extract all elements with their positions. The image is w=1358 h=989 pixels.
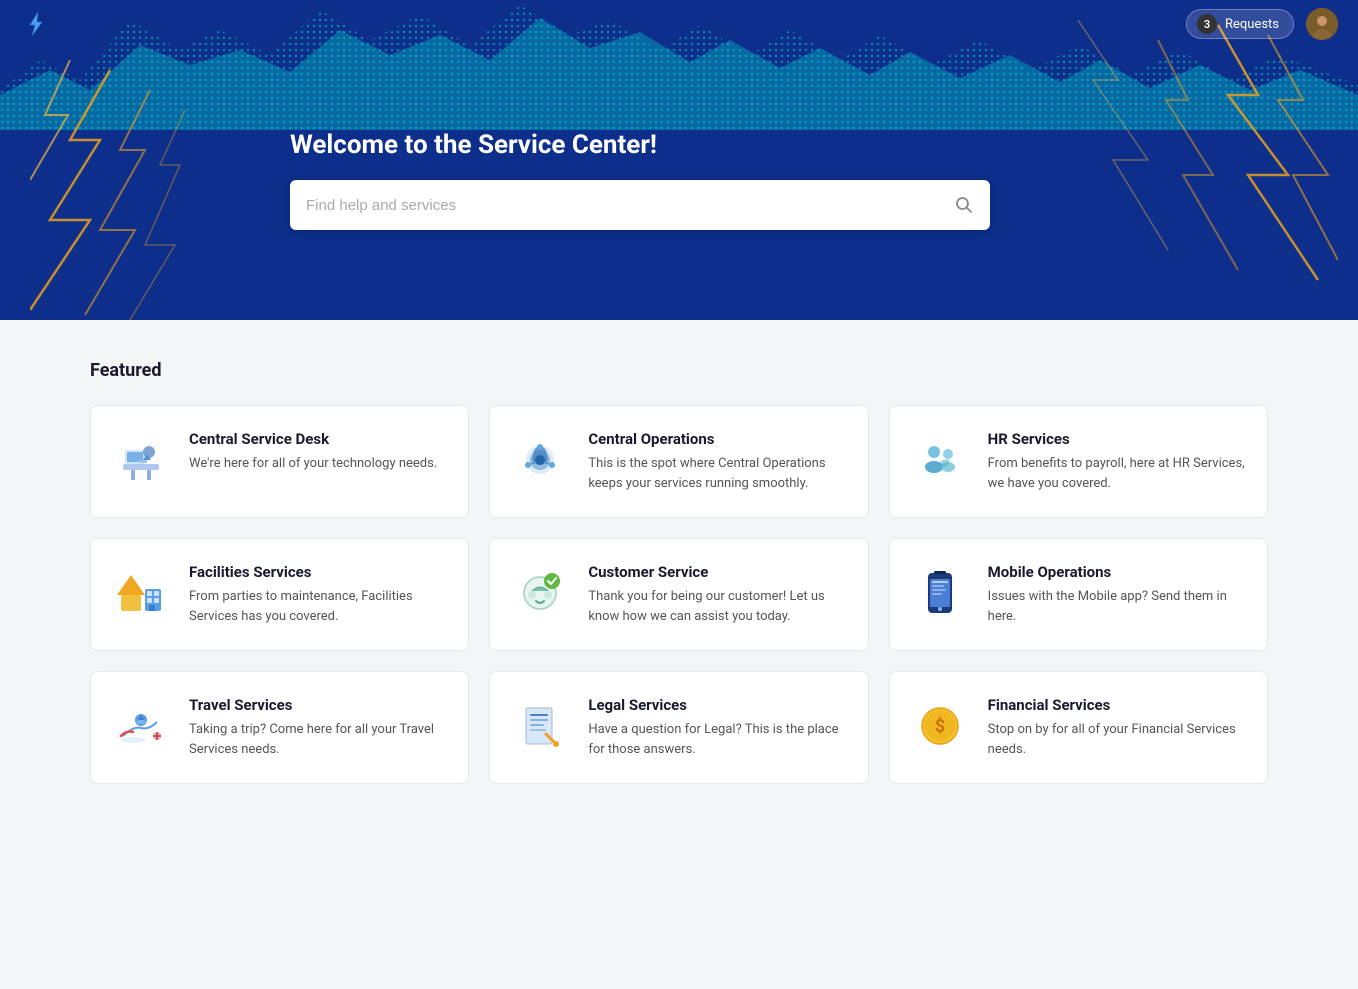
card-body-central-service-desk: Central Service Desk We're here for all … <box>189 430 437 474</box>
card-title-mobile-operations: Mobile Operations <box>988 563 1247 581</box>
hero-section: 3 Requests Welcome to the Service Center… <box>0 0 1358 320</box>
featured-cards-grid: Central Service Desk We're here for all … <box>90 405 1268 784</box>
search-input[interactable] <box>306 197 954 214</box>
card-icon-legal <box>510 696 570 756</box>
card-desc-legal-services: Have a question for Legal? This is the p… <box>588 720 847 759</box>
card-icon-desk <box>111 430 171 490</box>
card-body-customer-service: Customer Service Thank you for being our… <box>588 563 847 626</box>
card-body-mobile-operations: Mobile Operations Issues with the Mobile… <box>988 563 1247 626</box>
search-bar[interactable] <box>290 180 990 230</box>
card-desc-financial-services: Stop on by for all of your Financial Ser… <box>988 720 1247 759</box>
lightning-right-decoration <box>1018 20 1338 300</box>
svg-text:$: $ <box>934 716 944 737</box>
card-legal-services[interactable]: Legal Services Have a question for Legal… <box>489 671 868 784</box>
card-body-facilities-services: Facilities Services From parties to main… <box>189 563 448 626</box>
requests-count: 3 <box>1197 14 1217 34</box>
card-icon-travel <box>111 696 171 756</box>
card-title-financial-services: Financial Services <box>988 696 1247 714</box>
navbar: 3 Requests <box>0 0 1358 48</box>
card-icon-fac <box>111 563 171 623</box>
avatar[interactable] <box>1306 8 1338 40</box>
card-body-legal-services: Legal Services Have a question for Legal… <box>588 696 847 759</box>
card-financial-services[interactable]: $ Financial Services Stop on by for all … <box>889 671 1268 784</box>
card-body-travel-services: Travel Services Taking a trip? Come here… <box>189 696 448 759</box>
featured-title: Featured <box>90 360 1268 381</box>
card-desc-facilities-services: From parties to maintenance, Facilities … <box>189 587 448 626</box>
card-central-service-desk[interactable]: Central Service Desk We're here for all … <box>90 405 469 518</box>
card-facilities-services[interactable]: Facilities Services From parties to main… <box>90 538 469 651</box>
card-body-central-operations: Central Operations This is the spot wher… <box>588 430 847 493</box>
card-body-hr-services: HR Services From benefits to payroll, he… <box>988 430 1247 493</box>
card-icon-mob <box>910 563 970 623</box>
card-title-customer-service: Customer Service <box>588 563 847 581</box>
app-logo[interactable] <box>20 8 52 40</box>
card-title-travel-services: Travel Services <box>189 696 448 714</box>
card-desc-central-service-desk: We're here for all of your technology ne… <box>189 454 437 474</box>
card-body-financial-services: Financial Services Stop on by for all of… <box>988 696 1247 759</box>
card-desc-customer-service: Thank you for being our customer! Let us… <box>588 587 847 626</box>
lightning-left-decoration <box>30 60 250 320</box>
card-desc-hr-services: From benefits to payroll, here at HR Ser… <box>988 454 1247 493</box>
hero-content: Welcome to the Service Center! <box>290 130 990 230</box>
main-content: Featured Central Service Desk We're here… <box>0 320 1358 824</box>
navbar-right: 3 Requests <box>1186 8 1338 40</box>
card-icon-ops <box>510 430 570 490</box>
requests-button[interactable]: 3 Requests <box>1186 9 1294 39</box>
hero-title: Welcome to the Service Center! <box>290 130 990 160</box>
card-desc-travel-services: Taking a trip? Come here for all your Tr… <box>189 720 448 759</box>
card-customer-service[interactable]: Customer Service Thank you for being our… <box>489 538 868 651</box>
card-icon-hr <box>910 430 970 490</box>
card-mobile-operations[interactable]: Mobile Operations Issues with the Mobile… <box>889 538 1268 651</box>
card-title-legal-services: Legal Services <box>588 696 847 714</box>
search-icon <box>954 195 974 215</box>
card-title-central-service-desk: Central Service Desk <box>189 430 437 448</box>
card-desc-mobile-operations: Issues with the Mobile app? Send them in… <box>988 587 1247 626</box>
card-icon-cust <box>510 563 570 623</box>
card-icon-fin: $ <box>910 696 970 756</box>
card-title-central-operations: Central Operations <box>588 430 847 448</box>
card-hr-services[interactable]: HR Services From benefits to payroll, he… <box>889 405 1268 518</box>
card-title-facilities-services: Facilities Services <box>189 563 448 581</box>
card-title-hr-services: HR Services <box>988 430 1247 448</box>
card-travel-services[interactable]: Travel Services Taking a trip? Come here… <box>90 671 469 784</box>
requests-label: Requests <box>1225 17 1279 32</box>
card-desc-central-operations: This is the spot where Central Operation… <box>588 454 847 493</box>
card-central-operations[interactable]: Central Operations This is the spot wher… <box>489 405 868 518</box>
